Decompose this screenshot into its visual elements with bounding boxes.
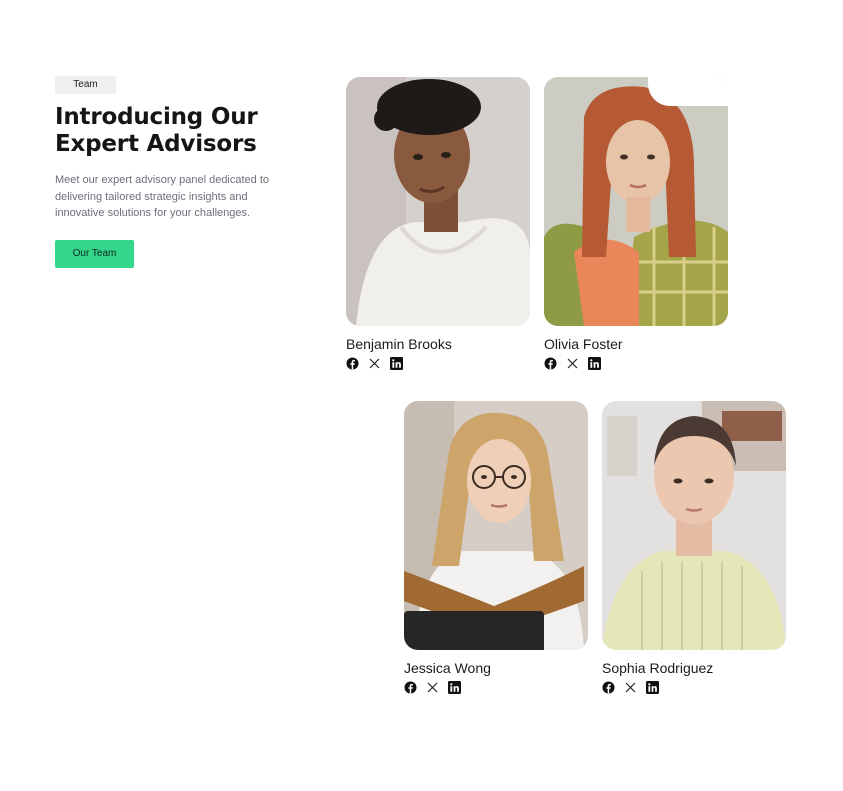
facebook-icon[interactable] xyxy=(346,357,359,370)
social-links xyxy=(544,357,728,370)
our-team-button[interactable]: Our Team xyxy=(55,240,134,268)
member-name: Olivia Foster xyxy=(544,336,623,352)
team-member-card: Benjamin Brooks xyxy=(346,77,530,370)
member-photo xyxy=(544,77,728,326)
team-member-card: Sophia Rodriguez xyxy=(602,401,786,694)
facebook-icon[interactable] xyxy=(404,681,417,694)
member-photo xyxy=(602,401,786,650)
x-icon[interactable] xyxy=(566,357,579,370)
social-links xyxy=(404,681,588,694)
member-name: Jessica Wong xyxy=(404,660,491,676)
member-photo xyxy=(346,77,530,326)
social-links xyxy=(346,357,530,370)
member-name: Sophia Rodriguez xyxy=(602,660,714,676)
linkedin-icon[interactable] xyxy=(448,681,461,694)
facebook-icon[interactable] xyxy=(602,681,615,694)
section-description: Meet our expert advisory panel dedicated… xyxy=(55,174,270,219)
team-member-card: Jessica Wong xyxy=(404,401,588,694)
x-icon[interactable] xyxy=(624,681,637,694)
linkedin-icon[interactable] xyxy=(390,357,403,370)
team-member-card: Olivia Foster xyxy=(544,77,728,370)
linkedin-icon[interactable] xyxy=(646,681,659,694)
x-icon[interactable] xyxy=(426,681,439,694)
member-name: Benjamin Brooks xyxy=(346,336,452,352)
member-photo xyxy=(404,401,588,650)
facebook-icon[interactable] xyxy=(544,357,557,370)
x-icon[interactable] xyxy=(368,357,381,370)
social-links xyxy=(602,681,786,694)
linkedin-icon[interactable] xyxy=(588,357,601,370)
section-heading: Introducing Our Expert Advisors xyxy=(55,104,258,157)
section-badge: Team xyxy=(55,76,116,94)
